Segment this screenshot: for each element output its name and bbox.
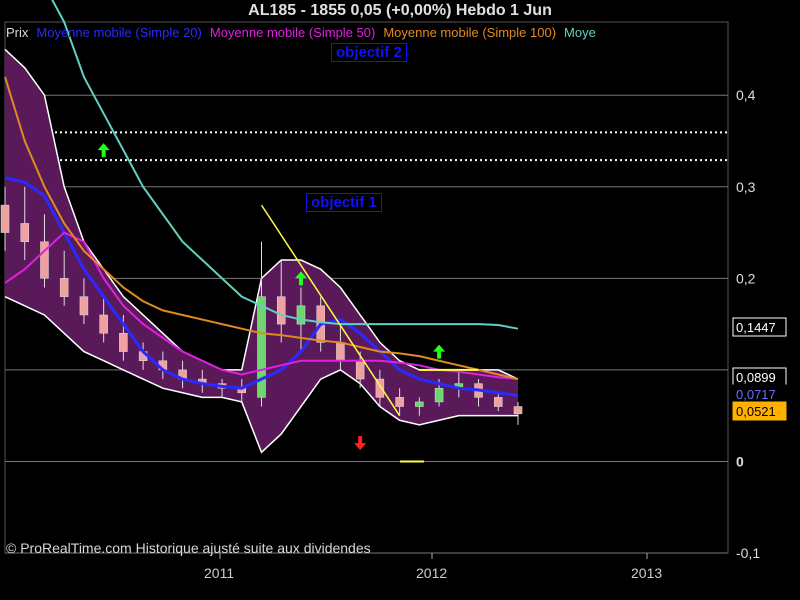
legend: Prix Moyenne mobile (Simple 20) Moyenne mo… <box>6 25 728 40</box>
copyright-text: © ProRealTime.com Historique ajusté suit… <box>6 540 371 556</box>
objectif-1-label: objectif 1 <box>306 193 382 212</box>
price-tag: 0,0717 <box>732 384 787 404</box>
svg-text:0,0717: 0,0717 <box>736 387 776 402</box>
candle-body <box>257 296 266 398</box>
objectif-2-label: objectif 2 <box>331 43 407 62</box>
y-tick-label: 0,3 <box>736 179 756 195</box>
x-tick-label: 2013 <box>631 565 662 581</box>
price-chart[interactable]: 0,40,30,20-0,10,35950,32912011201220130,… <box>0 0 800 600</box>
candle-body <box>79 296 89 316</box>
candle-body <box>513 406 523 415</box>
candle-body <box>119 333 128 352</box>
y-tick-label: 0 <box>736 453 744 469</box>
candle-body <box>336 342 345 361</box>
y-tick-label: 0,4 <box>736 87 756 103</box>
candle-body <box>355 360 365 380</box>
chart-title: AL185 - 1855 0,05 (+0,00%) Hebdo 1 Jun <box>248 2 552 19</box>
candle-body <box>296 305 306 325</box>
signal-arrow-up <box>97 143 110 158</box>
candle-body <box>494 397 503 407</box>
candle-body <box>415 401 424 407</box>
svg-text:0,1447: 0,1447 <box>736 320 776 335</box>
legend-item-1: Moyenne mobile (Simple 20) <box>36 25 202 40</box>
candle-body <box>395 397 404 407</box>
y-tick-label: -0,1 <box>736 545 760 561</box>
candle-body <box>0 204 10 233</box>
legend-item-4: Moye <box>564 25 596 40</box>
svg-text:0,0521: 0,0521 <box>736 404 776 419</box>
x-tick-label: 2012 <box>416 565 447 581</box>
y-tick-label: 0,2 <box>736 270 756 286</box>
candle-body <box>99 314 108 334</box>
signal-arrow-down <box>354 436 367 451</box>
price-tag: 0,0521 <box>732 401 787 421</box>
candle-body <box>59 278 69 297</box>
legend-item-0: Prix <box>6 25 29 40</box>
candle-body <box>20 223 29 242</box>
svg-text:0,0899: 0,0899 <box>736 370 776 385</box>
candle-body <box>434 387 444 403</box>
signal-arrow-up <box>433 344 446 359</box>
x-tick-label: 2011 <box>204 565 234 581</box>
price-tag: 0,0899 <box>732 367 787 387</box>
candle-body <box>276 296 286 325</box>
legend-item-2: Moyenne mobile (Simple 50) <box>209 25 376 40</box>
legend-item-3: Moyenne mobile (Simple 100) <box>383 25 557 40</box>
price-tag: 0,1447 <box>732 317 787 337</box>
